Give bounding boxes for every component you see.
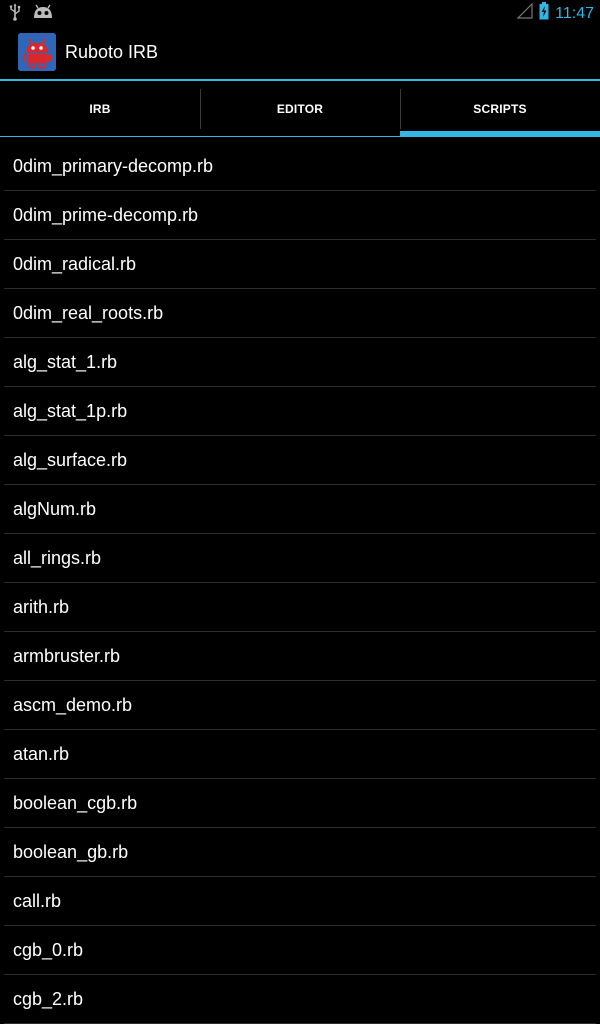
script-name: algNum.rb: [13, 499, 97, 519]
list-item[interactable]: atan.rb: [4, 730, 596, 779]
list-item[interactable]: call.rb: [4, 877, 596, 926]
tab-irb[interactable]: IRB: [0, 81, 200, 137]
script-name: all_rings.rb: [13, 548, 102, 568]
script-name: 0dim_real_roots.rb: [13, 303, 164, 323]
list-item[interactable]: 0dim_primary-decomp.rb: [4, 142, 596, 191]
script-name: alg_stat_1p.rb: [13, 401, 128, 421]
script-name: boolean_cgb.rb: [13, 793, 138, 813]
script-name: cgb_0.rb: [13, 940, 84, 960]
list-item[interactable]: cgb_0.rb: [4, 926, 596, 975]
ruboto-app-icon[interactable]: [18, 33, 56, 71]
script-list: 0dim_primary-decomp.rb 0dim_prime-decomp…: [0, 142, 600, 1024]
status-clock: 11:47: [555, 4, 594, 22]
list-item[interactable]: alg_stat_1p.rb: [4, 387, 596, 436]
signal-icon: [516, 2, 533, 24]
list-item[interactable]: algNum.rb: [4, 485, 596, 534]
tab-bar: IRB EDITOR SCRIPTS: [0, 81, 600, 137]
script-name: arith.rb: [13, 597, 70, 617]
list-item[interactable]: 0dim_radical.rb: [4, 240, 596, 289]
script-name: ascm_demo.rb: [13, 695, 133, 715]
android-debug-icon: [32, 4, 54, 25]
tab-indicator: [0, 136, 200, 137]
list-item[interactable]: all_rings.rb: [4, 534, 596, 583]
tab-label: SCRIPTS: [473, 102, 527, 116]
script-name: 0dim_primary-decomp.rb: [13, 156, 214, 176]
script-name: alg_stat_1.rb: [13, 352, 118, 372]
script-name: 0dim_radical.rb: [13, 254, 137, 274]
list-item[interactable]: ascm_demo.rb: [4, 681, 596, 730]
tab-label: IRB: [89, 102, 111, 116]
app-title: Ruboto IRB: [65, 42, 159, 62]
script-name: 0dim_prime-decomp.rb: [13, 205, 199, 225]
list-item[interactable]: 0dim_real_roots.rb: [4, 289, 596, 338]
action-bar: Ruboto IRB: [0, 25, 600, 79]
script-name: boolean_gb.rb: [13, 842, 129, 862]
script-name: alg_surface.rb: [13, 450, 128, 470]
script-name: cgb_2.rb: [13, 989, 84, 1009]
list-item[interactable]: 0dim_prime-decomp.rb: [4, 191, 596, 240]
script-name: atan.rb: [13, 744, 70, 764]
list-item[interactable]: alg_stat_1.rb: [4, 338, 596, 387]
list-item[interactable]: boolean_cgb.rb: [4, 779, 596, 828]
script-name: armbruster.rb: [13, 646, 121, 666]
tab-scripts[interactable]: SCRIPTS: [400, 81, 600, 137]
list-item[interactable]: arith.rb: [4, 583, 596, 632]
script-name: call.rb: [13, 891, 62, 911]
tab-indicator: [200, 136, 400, 137]
list-item[interactable]: armbruster.rb: [4, 632, 596, 681]
tab-editor[interactable]: EDITOR: [200, 81, 400, 137]
status-bar: 11:47: [0, 0, 600, 25]
battery-charging-icon: [539, 2, 549, 25]
tab-indicator-selected: [400, 131, 600, 137]
list-item[interactable]: alg_surface.rb: [4, 436, 596, 485]
usb-icon: [8, 3, 22, 26]
list-item[interactable]: cgb_2.rb: [4, 975, 596, 1024]
list-item[interactable]: boolean_gb.rb: [4, 828, 596, 877]
tab-label: EDITOR: [276, 102, 324, 116]
